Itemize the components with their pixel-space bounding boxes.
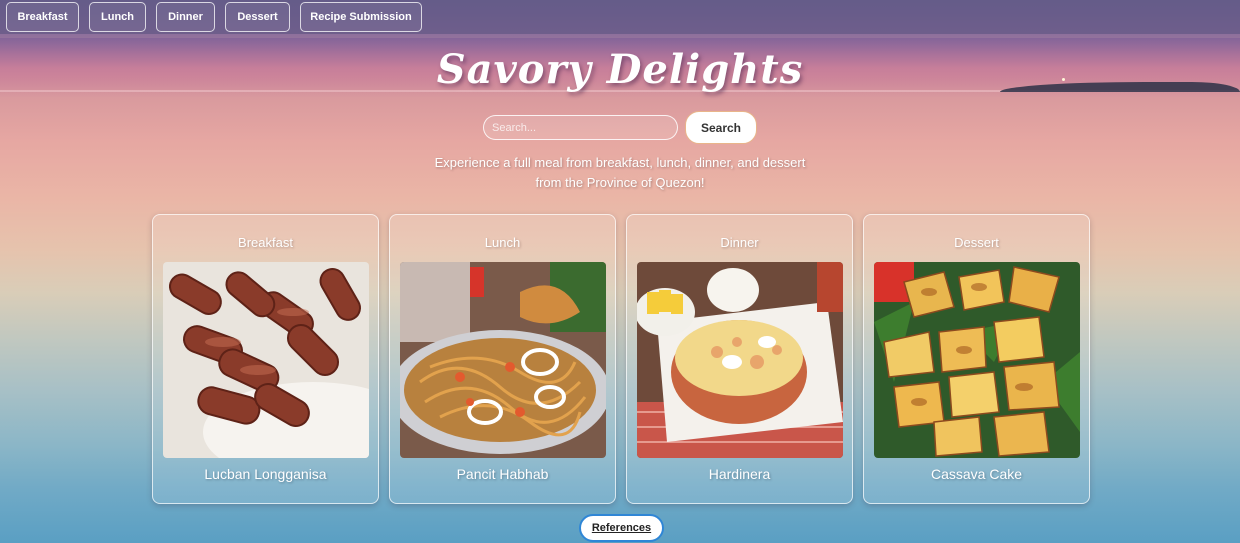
nav-dinner-button[interactable]: Dinner <box>156 2 215 32</box>
noodle-photo <box>400 262 606 458</box>
references-button[interactable]: References <box>579 514 664 542</box>
card-dish-name: Hardinera <box>708 466 771 482</box>
tagline-line-1: Experience a full meal from breakfast, l… <box>434 155 806 170</box>
nav-recipe-submission-button[interactable]: Recipe Submission <box>300 2 422 32</box>
meal-cards: Breakfast Lucban Longganisa Lunch Pancit… <box>152 214 1090 504</box>
nav-breakfast-button[interactable]: Breakfast <box>6 2 79 32</box>
top-nav: Breakfast Lunch Dinner Dessert Recipe Su… <box>0 0 1240 34</box>
search-input[interactable] <box>483 115 678 140</box>
card-lunch[interactable]: Lunch Pancit Habhab <box>389 214 616 504</box>
card-dish-name: Pancit Habhab <box>456 466 549 482</box>
tagline-line-2: from the Province of Quezon! <box>535 175 705 190</box>
card-dish-name: Cassava Cake <box>930 466 1023 482</box>
card-dessert[interactable]: Dessert Cassava Cake <box>863 214 1090 504</box>
card-breakfast[interactable]: Breakfast Lucban Longganisa <box>152 214 379 504</box>
search-bar: Search <box>0 111 1240 144</box>
card-category: Dessert <box>954 235 999 250</box>
nav-lunch-button[interactable]: Lunch <box>89 2 146 32</box>
card-category: Lunch <box>484 235 521 250</box>
card-dish-name: Lucban Longganisa <box>204 466 327 482</box>
card-dinner[interactable]: Dinner Hardinera <box>626 214 853 504</box>
meatloaf-photo <box>637 262 843 458</box>
search-button[interactable]: Search <box>685 111 757 144</box>
sausage-photo <box>163 262 369 458</box>
card-category: Dinner <box>720 235 759 250</box>
card-category: Breakfast <box>238 235 293 250</box>
nav-dessert-button[interactable]: Dessert <box>225 2 290 32</box>
tagline: Experience a full meal from breakfast, l… <box>0 153 1240 193</box>
cake-photo <box>874 262 1080 458</box>
page-title: Savory Delights <box>436 46 804 93</box>
